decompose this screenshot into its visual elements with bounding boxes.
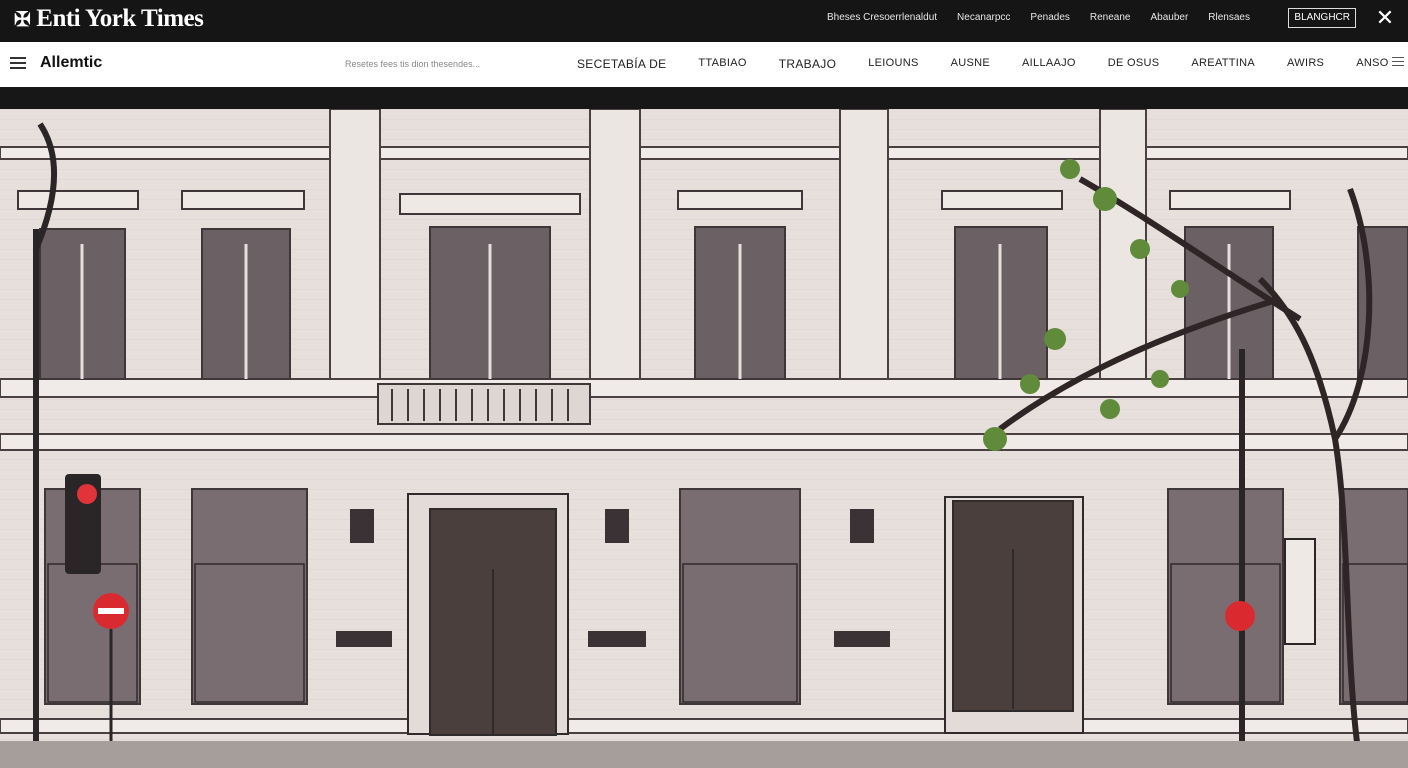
hero-image xyxy=(0,109,1408,768)
nav-item-1[interactable]: SECETABÍA DE xyxy=(577,57,666,71)
nav-item-3[interactable]: TRABAJO xyxy=(779,57,836,71)
section-brand[interactable]: Allemtic xyxy=(40,54,102,72)
top-link-2[interactable]: Necanarpcc xyxy=(957,12,1010,23)
top-bar: ✠ Enti York Times Bheses Cresoerrlenaldu… xyxy=(0,0,1408,42)
nav-item-5[interactable]: AUSNE xyxy=(951,57,990,71)
menu-icon[interactable] xyxy=(1392,57,1404,67)
top-link-5[interactable]: Abauber xyxy=(1150,12,1188,23)
top-link-1[interactable]: Bheses Cresoerrlenaldut xyxy=(827,12,937,23)
site-logo[interactable]: ✠ Enti York Times xyxy=(14,5,204,33)
top-link-6[interactable]: Rlensaes xyxy=(1208,12,1250,23)
nav-item-10[interactable]: ANSO xyxy=(1356,57,1388,71)
top-link-3[interactable]: Penades xyxy=(1030,12,1069,23)
close-icon[interactable]: ✕ xyxy=(1374,6,1396,30)
logo-mark-icon: ✠ xyxy=(14,8,31,31)
nav-items: SECETABÍA DE TTABIAO TRABAJO LEIOUNS AUS… xyxy=(577,57,1389,71)
nav-item-7[interactable]: DE OSUS xyxy=(1108,57,1160,71)
nav-item-6[interactable]: AILLAAJO xyxy=(1022,57,1076,71)
building-facade-illustration xyxy=(0,109,1408,768)
header-button[interactable]: BLANGHCR xyxy=(1288,8,1356,28)
hamburger-menu-icon[interactable] xyxy=(10,57,26,69)
nav-item-8[interactable]: AREATTINA xyxy=(1191,57,1255,71)
search-text[interactable]: Resetes fees tis dion thesendes... xyxy=(345,59,480,69)
nav-item-9[interactable]: AWIRS xyxy=(1287,57,1324,71)
hero-top-strip xyxy=(0,87,1408,109)
top-links: Bheses Cresoerrlenaldut Necanarpcc Penad… xyxy=(827,12,1250,23)
nav-item-4[interactable]: LEIOUNS xyxy=(868,57,918,71)
top-link-4[interactable]: Reneane xyxy=(1090,12,1131,23)
logo-text: Enti York Times xyxy=(36,5,204,32)
nav-item-2[interactable]: TTABIAO xyxy=(698,57,746,71)
section-nav: Allemtic Resetes fees tis dion thesendes… xyxy=(0,42,1408,88)
